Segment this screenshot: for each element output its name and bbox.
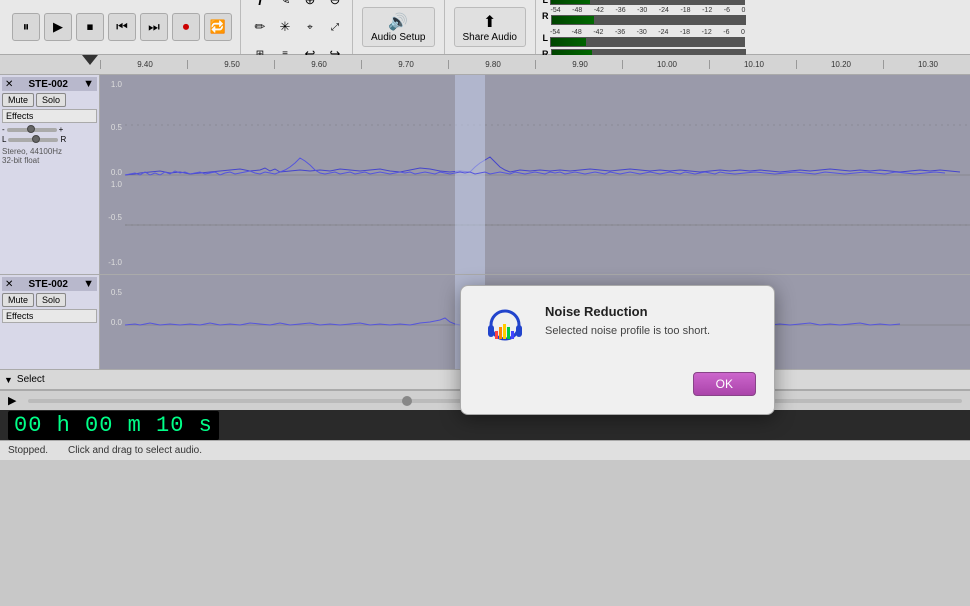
app-icon-svg [480, 305, 530, 355]
ruler-mark: 10.20 [796, 60, 883, 69]
dialog-buttons: OK [479, 372, 756, 396]
stop-button[interactable]: ⏹ [76, 13, 104, 41]
svg-text:-0.5: -0.5 [108, 213, 122, 222]
track-1: ✕ STE-002 ▼ Mute Solo Effects - + L R St… [0, 75, 970, 275]
track-1-mute-button[interactable]: Mute [2, 93, 34, 107]
timeline-ruler[interactable]: 9.40 9.50 9.60 9.70 9.80 9.90 10.00 10.1… [0, 55, 970, 75]
svg-text:1.0: 1.0 [111, 80, 123, 89]
share-audio-button[interactable]: ⬆ Share Audio [454, 7, 527, 47]
track-2-mute-button[interactable]: Mute [2, 293, 34, 307]
share-audio-group: ⬆ Share Audio [445, 0, 537, 54]
track-2-header: ✕ STE-002 ▼ Mute Solo Effects [0, 275, 100, 369]
track-1-volume-row: - + [2, 125, 97, 134]
dialog-title: Noise Reduction [545, 304, 710, 319]
dialog-ok-button[interactable]: OK [693, 372, 756, 396]
ruler-mark: 10.30 [883, 60, 970, 69]
track-1-volume-slider[interactable] [7, 128, 57, 132]
playhead-marker [82, 55, 98, 65]
select-label[interactable]: Select [17, 374, 45, 385]
audio-setup-group: 🔊 Audio Setup [353, 0, 445, 54]
zoom-out-button[interactable]: ⊖ [323, 0, 347, 12]
multitool-button[interactable]: ✳ [273, 15, 297, 39]
track-2-dropdown-icon[interactable]: ▼ [83, 278, 94, 290]
collapse-icon[interactable]: ▼ [4, 375, 13, 385]
track-1-solo-button[interactable]: Solo [36, 93, 66, 107]
noise-reduction-dialog: Noise Reduction Selected noise profile i… [460, 285, 775, 415]
ruler-mark: 9.80 [448, 60, 535, 69]
status-left: Stopped. [8, 445, 48, 456]
track-1-close-icon[interactable]: ✕ [5, 79, 13, 90]
tools-group: I ✎ ⊕ ⊖ ✏ ✳ ⌖ ⤢ ⊞ ≡ ↩ ↪ [241, 0, 353, 54]
audacity-icon [479, 304, 531, 356]
audio-setup-button[interactable]: 🔊 Audio Setup [362, 7, 435, 47]
play-button[interactable]: ▶ [44, 13, 72, 41]
track-1-waveform[interactable]: 1.0 0.5 0.0 -0.5 -1.0 1.0 [100, 75, 970, 274]
time-display: 00 h 00 m 10 s [8, 411, 219, 440]
scroll-thumb[interactable] [402, 396, 412, 406]
record-button[interactable]: ⏺ [172, 13, 200, 41]
status-bar: Stopped. Click and drag to select audio. [0, 440, 970, 460]
zoom-fit-button[interactable]: ⤢ [323, 15, 347, 39]
track-2-close-icon[interactable]: ✕ [5, 279, 13, 290]
svg-text:1.0: 1.0 [111, 180, 123, 189]
dialog-message: Selected noise profile is too short. [545, 325, 710, 337]
track-1-pan-row: L R [2, 135, 97, 144]
ruler-mark: 9.50 [187, 60, 274, 69]
track-2-effects-button[interactable]: Effects [2, 309, 97, 323]
track-1-name: STE-002 [29, 79, 68, 90]
track-2-solo-button[interactable]: Solo [36, 293, 66, 307]
track-1-bit-depth: 32-bit float [2, 156, 97, 165]
track-1-sample-rate: Stereo, 44100Hz [2, 147, 97, 156]
zoom-in-button[interactable]: ⊕ [298, 0, 322, 12]
ruler-mark: 10.00 [622, 60, 709, 69]
svg-text:-1.0: -1.0 [108, 258, 122, 267]
track-2-title-bar: ✕ STE-002 ▼ [2, 277, 97, 291]
svg-text:0.0: 0.0 [111, 318, 123, 327]
svg-text:0.5: 0.5 [111, 288, 123, 297]
play-bottom-button[interactable]: ▶ [4, 393, 20, 408]
dialog-content: Noise Reduction Selected noise profile i… [479, 304, 756, 356]
track-2-name: STE-002 [29, 279, 68, 290]
status-right: Click and drag to select audio. [68, 445, 202, 456]
track-1-dropdown-icon[interactable]: ▼ [83, 78, 94, 90]
track-1-header: ✕ STE-002 ▼ Mute Solo Effects - + L R St… [0, 75, 100, 274]
track-1-waveform-svg: 1.0 0.5 0.0 -0.5 -1.0 1.0 [100, 75, 970, 274]
ruler-mark: 10.10 [709, 60, 796, 69]
track-1-pan-slider[interactable] [8, 138, 58, 142]
svg-text:0.5: 0.5 [111, 123, 123, 132]
track-1-buttons: Mute Solo [2, 93, 97, 107]
draw-tool-button[interactable]: ✎ [273, 0, 297, 12]
loop-button[interactable]: 🔁 [204, 13, 232, 41]
skip-back-button[interactable]: ⏮ [108, 13, 136, 41]
ruler-mark: 9.60 [274, 60, 361, 69]
toolbar: ⏸ ▶ ⏹ ⏮ ⏭ ⏺ 🔁 I ✎ ⊕ ⊖ ✏ ✳ ⌖ ⤢ ⊞ ≡ ↩ ↪ 🔊 … [0, 0, 970, 55]
ruler-mark: 9.90 [535, 60, 622, 69]
vu-l-label: L [543, 0, 549, 5]
track-1-title-bar: ✕ STE-002 ▼ [2, 77, 97, 91]
pause-button[interactable]: ⏸ [12, 13, 40, 41]
svg-text:0.0: 0.0 [111, 168, 123, 177]
ruler-mark: 9.70 [361, 60, 448, 69]
vu-r-label: R [542, 11, 549, 21]
text-tool-button[interactable]: I [248, 0, 272, 12]
pencil-tool-button[interactable]: ✏ [248, 15, 272, 39]
vu-meters-group: L R -54-48-42-36-30-24-18-12-60 L -54-48… [536, 0, 752, 54]
track-2-buttons: Mute Solo [2, 293, 97, 307]
transport-group: ⏸ ▶ ⏹ ⏮ ⏭ ⏺ 🔁 [4, 0, 241, 54]
dialog-text-area: Noise Reduction Selected noise profile i… [545, 304, 710, 337]
track-1-effects-button[interactable]: Effects [2, 109, 97, 123]
share-audio-label: Share Audio [463, 32, 518, 43]
track-1-info: Stereo, 44100Hz 32-bit float [2, 147, 97, 165]
skip-fwd-button[interactable]: ⏭ [140, 13, 168, 41]
vu-l2-label: L [543, 33, 549, 43]
audio-setup-label: Audio Setup [371, 32, 426, 43]
zoom-sel-button[interactable]: ⌖ [298, 15, 322, 39]
ruler-mark: 9.40 [100, 60, 187, 69]
